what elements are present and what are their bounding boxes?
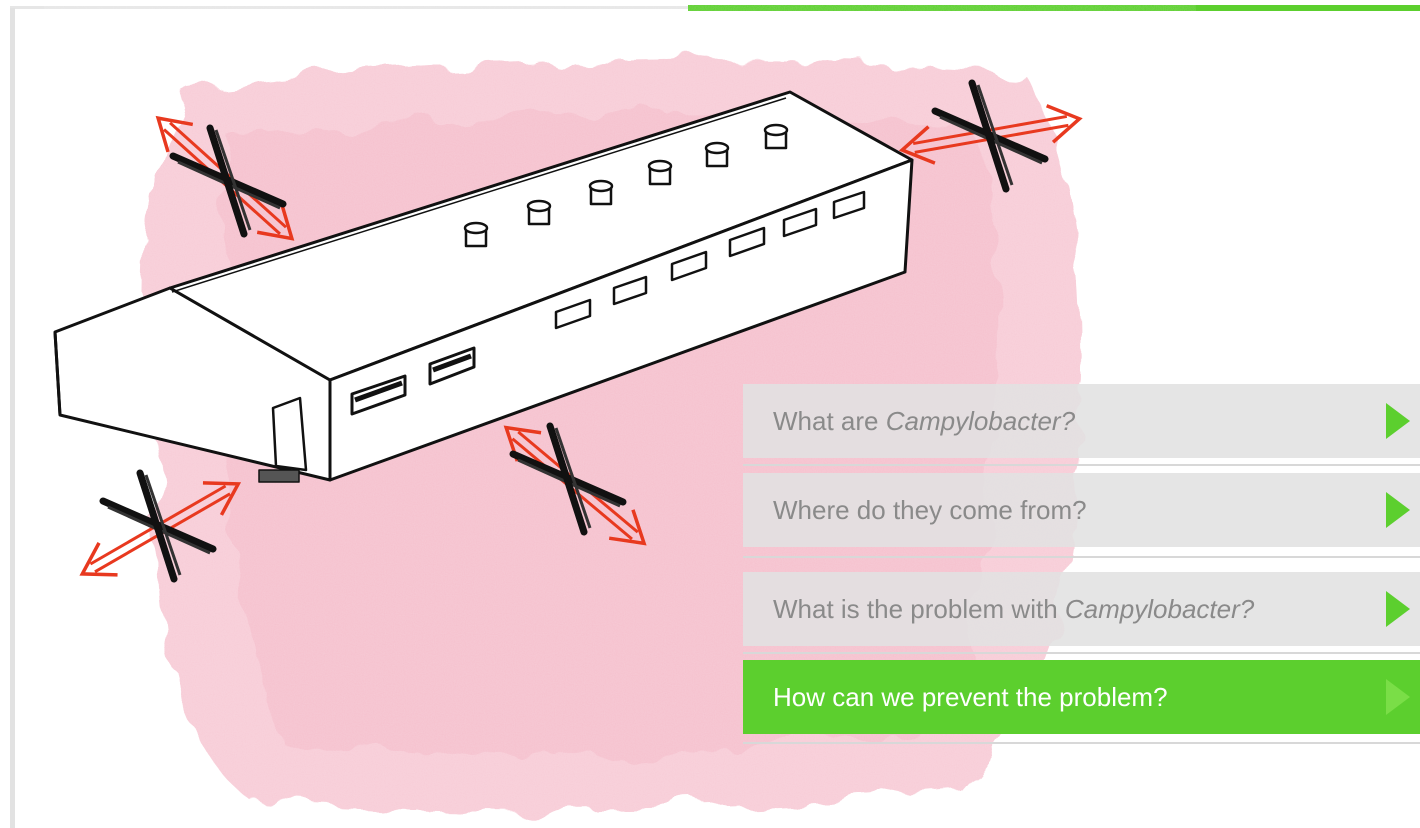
menu-divider: [743, 652, 1420, 654]
menu-item-what-are-campylobacter[interactable]: What are Campylobacter?: [743, 384, 1420, 458]
menu-item-label: What is the problem with Campylobacter?: [773, 593, 1255, 624]
play-arrow-icon: [1386, 591, 1410, 627]
menu-item-how-can-we-prevent[interactable]: How can we prevent the problem?: [743, 660, 1420, 734]
play-arrow-icon: [1386, 492, 1410, 528]
play-arrow-icon: [1386, 679, 1410, 715]
menu-item-what-is-the-problem[interactable]: What is the problem with Campylobacter?: [743, 572, 1420, 646]
menu-item-label: What are Campylobacter?: [773, 405, 1076, 436]
menu-divider: [743, 742, 1420, 744]
menu-divider: [743, 556, 1420, 558]
menu-item-where-do-they-come-from[interactable]: Where do they come from?: [743, 473, 1420, 547]
menu-item-label: How can we prevent the problem?: [773, 681, 1168, 712]
play-arrow-icon: [1386, 403, 1410, 439]
menu-divider: [743, 464, 1420, 466]
menu-item-label: Where do they come from?: [773, 494, 1087, 525]
